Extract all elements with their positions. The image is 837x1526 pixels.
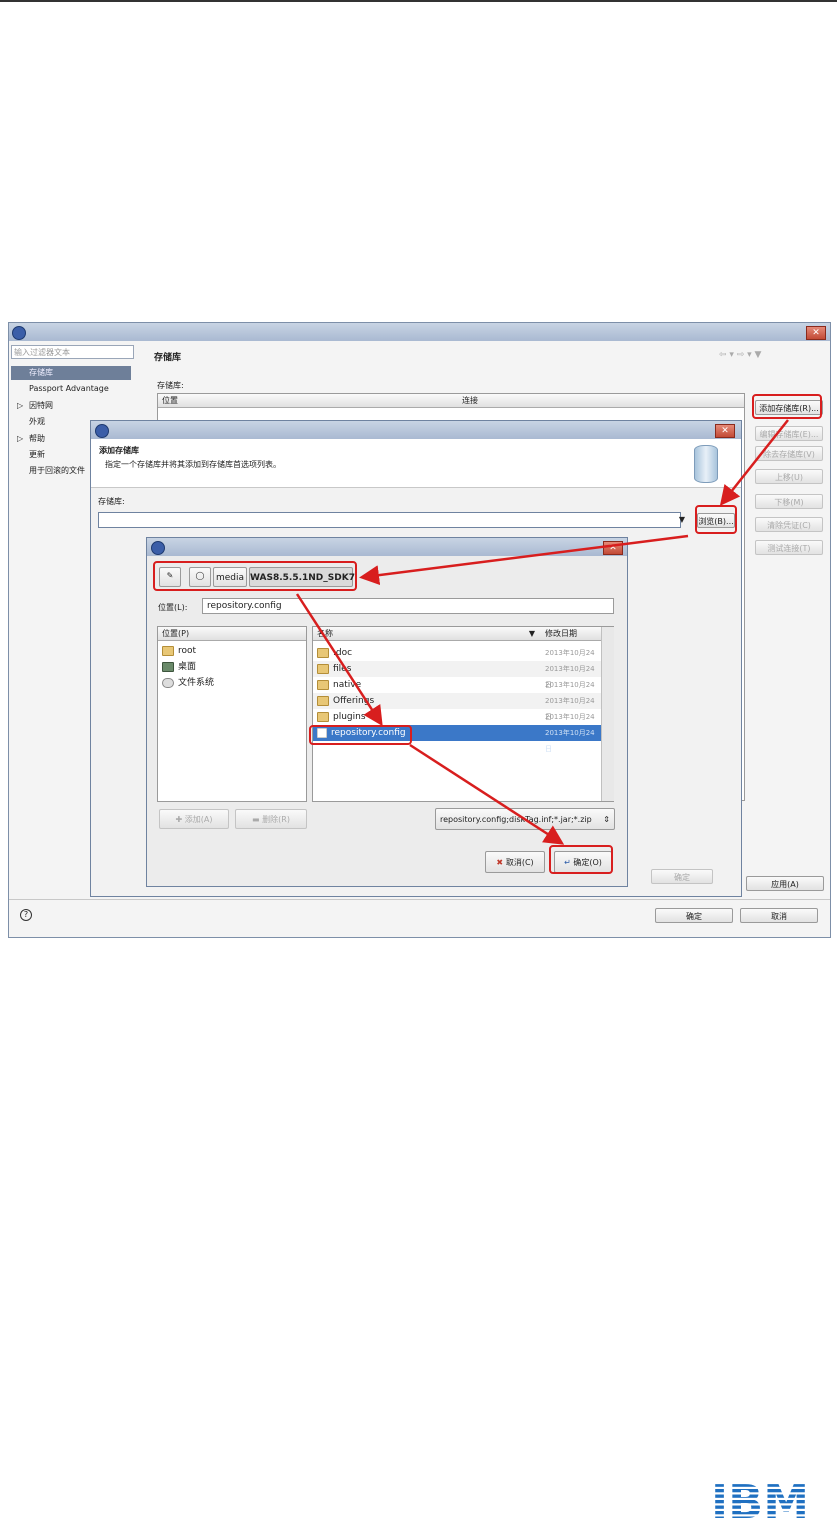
remove-icon: ▬ bbox=[252, 815, 263, 824]
dialog-description: 指定一个存储库并将其添加到存储库首选项列表。 bbox=[105, 460, 281, 469]
file-name: native bbox=[333, 680, 362, 690]
file-row[interactable]: native2013年10月24日 bbox=[313, 677, 601, 705]
folder-icon bbox=[317, 647, 329, 658]
app-icon bbox=[95, 424, 109, 438]
location-input[interactable]: repository.config bbox=[202, 598, 614, 614]
ibm-logo: IBM bbox=[711, 1478, 809, 1522]
column-header-connection[interactable]: 连接 bbox=[458, 394, 744, 408]
cancel-x-icon: ✖ bbox=[496, 858, 506, 867]
scrollbar[interactable] bbox=[601, 627, 614, 801]
move-up-button[interactable]: 上移(U) bbox=[755, 469, 823, 484]
file-date: 2013年10月24日 bbox=[545, 729, 595, 753]
place-label: 文件系统 bbox=[178, 678, 215, 688]
files-panel: 名称▼ 修改日期 .doc2013年10月24日 files2013年10月24… bbox=[312, 626, 614, 802]
pane-title: 存储库 bbox=[154, 353, 182, 363]
apply-button[interactable]: 应用(A) bbox=[746, 876, 824, 891]
file-name: .doc bbox=[333, 648, 353, 658]
location-label: 位置(L): bbox=[158, 603, 188, 612]
add-label: 添加(A) bbox=[184, 815, 213, 824]
desktop-icon bbox=[162, 661, 174, 672]
remove-repository-button[interactable]: 除去存储库(V) bbox=[755, 446, 823, 461]
place-desktop[interactable]: 桌面 bbox=[162, 659, 196, 675]
test-connection-button[interactable]: 测试连接(T) bbox=[755, 540, 823, 555]
cancel-button[interactable]: 取消 bbox=[740, 908, 818, 923]
name-header[interactable]: 名称 ▼ bbox=[313, 627, 541, 641]
nav-item-passport[interactable]: Passport Advantage bbox=[11, 382, 131, 396]
add-icon: ✚ bbox=[175, 815, 185, 824]
remove-label: 删除(R) bbox=[262, 815, 290, 824]
dropdown-arrow-icon[interactable]: ▼ bbox=[674, 512, 690, 528]
nav-arrows-icon[interactable]: ⇦ ▾ ⇨ ▾ ▼ bbox=[719, 350, 761, 360]
repo-label: 存储库: bbox=[98, 497, 125, 506]
highlight-add-repository bbox=[752, 394, 822, 419]
folder-icon bbox=[317, 711, 329, 722]
cancel-label: 取消(C) bbox=[505, 858, 534, 867]
place-filesystem[interactable]: 文件系统 bbox=[162, 675, 214, 691]
ibm-logo-text: IBM bbox=[711, 1478, 809, 1522]
dialog-title: 添加存储库 bbox=[99, 446, 139, 455]
highlight-browse bbox=[695, 505, 737, 534]
select-arrows-icon: ⇕ bbox=[603, 815, 610, 824]
file-row[interactable]: .doc2013年10月24日 bbox=[313, 645, 601, 673]
repos-label: 存储库: bbox=[157, 381, 184, 390]
place-label: 桌面 bbox=[178, 662, 197, 672]
edit-repository-button[interactable]: 编辑存储库(E)... bbox=[755, 426, 823, 441]
nav-item-internet[interactable]: ▷ 因特网 bbox=[11, 399, 131, 413]
divider bbox=[9, 899, 830, 900]
filesystem-icon bbox=[162, 677, 174, 688]
remove-place-button[interactable]: ▬ 删除(R) bbox=[235, 809, 307, 829]
file-cancel-button[interactable]: ✖ 取消(C) bbox=[485, 851, 545, 873]
highlight-ok bbox=[549, 845, 613, 874]
sort-icon[interactable]: ▼ bbox=[529, 627, 535, 641]
window-titlebar: ✕ bbox=[9, 323, 830, 341]
close-icon[interactable]: ✕ bbox=[806, 326, 826, 340]
app-icon bbox=[12, 326, 26, 340]
dialog-ok-button[interactable]: 确定 bbox=[651, 869, 713, 884]
repository-icon bbox=[694, 445, 718, 483]
nav-label: 帮助 bbox=[29, 434, 45, 443]
file-filter-select[interactable]: repository.config;diskTag.inf;*.jar;*.zi… bbox=[435, 808, 615, 830]
file-name: Offerings bbox=[333, 696, 375, 706]
home-icon bbox=[162, 645, 174, 656]
app-icon bbox=[151, 541, 165, 555]
move-down-button[interactable]: 下移(M) bbox=[755, 494, 823, 509]
close-icon[interactable]: ✕ bbox=[715, 424, 735, 438]
filter-value: repository.config;diskTag.inf;*.jar;*.zi… bbox=[440, 815, 592, 824]
ok-button[interactable]: 确定 bbox=[655, 908, 733, 923]
file-row[interactable]: Offerings 2013年10月24日 bbox=[313, 693, 601, 721]
close-icon[interactable]: ✕ bbox=[603, 541, 623, 555]
file-row[interactable]: plugins2013年10月24日 bbox=[313, 709, 601, 737]
place-label: root bbox=[178, 646, 197, 656]
places-panel: 位置(P) root 桌面 文件系统 bbox=[157, 626, 307, 802]
highlight-path-bar bbox=[153, 561, 357, 591]
date-header[interactable]: 修改日期 bbox=[541, 627, 601, 641]
expand-icon[interactable]: ▷ bbox=[17, 432, 23, 446]
nav-item-repositories[interactable]: 存储库 bbox=[11, 366, 131, 380]
help-icon[interactable]: ? bbox=[20, 909, 32, 921]
page-top-rule bbox=[0, 0, 837, 2]
filter-input[interactable]: 输入过滤器文本 bbox=[11, 345, 134, 359]
file-name: plugins bbox=[333, 712, 366, 722]
clear-credentials-button[interactable]: 清除凭证(C) bbox=[755, 517, 823, 532]
nav-label: 因特网 bbox=[29, 401, 53, 410]
repository-input[interactable] bbox=[98, 512, 681, 528]
folder-icon bbox=[317, 679, 329, 690]
column-header-location[interactable]: 位置 bbox=[158, 394, 458, 408]
dialog-titlebar: ✕ bbox=[91, 421, 741, 439]
dialog-banner: 添加存储库 指定一个存储库并将其添加到存储库首选项列表。 bbox=[91, 439, 741, 488]
folder-icon bbox=[317, 695, 329, 706]
file-name: files bbox=[333, 664, 352, 674]
name-header-label: 名称 bbox=[317, 629, 333, 638]
folder-icon bbox=[317, 663, 329, 674]
add-place-button[interactable]: ✚ 添加(A) bbox=[159, 809, 229, 829]
places-header[interactable]: 位置(P) bbox=[158, 627, 306, 641]
highlight-repository-config bbox=[309, 725, 412, 745]
file-row[interactable]: files 2013年10月24日 bbox=[313, 661, 601, 689]
place-root[interactable]: root bbox=[162, 643, 196, 659]
file-dialog-titlebar: ✕ bbox=[147, 538, 627, 556]
expand-icon[interactable]: ▷ bbox=[17, 399, 23, 413]
